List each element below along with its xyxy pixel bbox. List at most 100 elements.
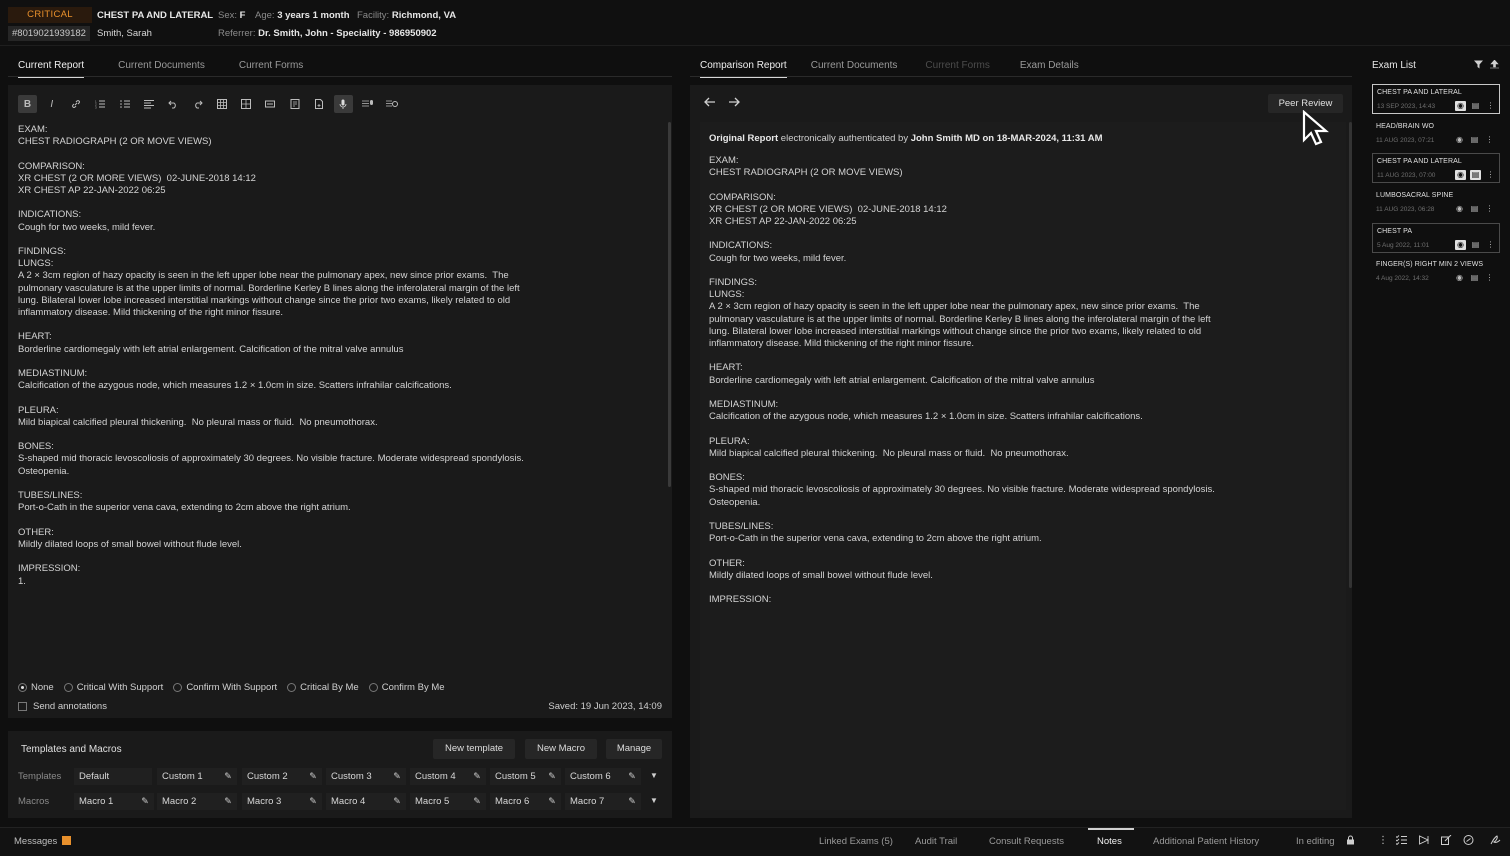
radio-none[interactable]: None [18, 682, 54, 693]
ordered-list-icon[interactable]: 123 [91, 95, 110, 113]
edit-external-icon[interactable] [1441, 834, 1452, 848]
new-macro-button[interactable]: New Macro [525, 739, 597, 759]
italic-icon[interactable]: I [42, 95, 61, 113]
comparison-scrollbar[interactable] [1349, 122, 1352, 588]
macro-6[interactable]: Macro 6 ✎ [490, 793, 561, 810]
edit-pencil-icon[interactable]: ✎ [392, 771, 402, 781]
radio-confirm-with-support[interactable]: Confirm With Support [173, 682, 277, 693]
templates-more-chevron-icon[interactable]: ▼ [650, 771, 658, 780]
dictation-icon[interactable] [358, 95, 377, 113]
macros-more-chevron-icon[interactable]: ▼ [650, 796, 658, 805]
checklist-icon[interactable] [1395, 835, 1407, 848]
exam-list-item[interactable]: CHEST PA 5 Aug 2022, 11:01 ◉ ▤ ⋮ [1372, 223, 1500, 253]
template-icon[interactable] [285, 95, 304, 113]
send-annotations-checkbox[interactable]: Send annotations [18, 701, 107, 712]
edit-pencil-icon[interactable]: ✎ [472, 796, 482, 806]
template-default[interactable]: Default [74, 768, 152, 785]
linked-exams-tab[interactable]: Linked Exams (5) [819, 836, 893, 847]
field-icon[interactable] [261, 95, 280, 113]
more-vertical-icon[interactable]: ⋮ [1378, 835, 1388, 846]
transcribe-icon[interactable] [382, 95, 401, 113]
filter-icon[interactable] [1474, 60, 1483, 71]
messages-link[interactable]: Messages [14, 836, 71, 847]
edit-pencil-icon[interactable]: ✎ [547, 771, 557, 781]
report-document-icon[interactable]: ▤ [1470, 101, 1481, 111]
current-report-scrollbar[interactable] [668, 122, 671, 487]
edit-pencil-icon[interactable]: ✎ [140, 796, 150, 806]
macro-7[interactable]: Macro 7 ✎ [565, 793, 641, 810]
edit-pencil-icon[interactable]: ✎ [308, 796, 318, 806]
audit-trail-tab[interactable]: Audit Trail [915, 836, 957, 847]
macro-1[interactable]: Macro 1 ✎ [74, 793, 154, 810]
template-custom-1[interactable]: Custom 1 ✎ [157, 768, 237, 785]
slot-label: Custom 6 [570, 771, 611, 782]
link-icon[interactable] [67, 95, 86, 113]
export-icon[interactable] [1490, 59, 1499, 71]
grid-icon[interactable] [237, 95, 256, 113]
auth-middle: electronically authenticated by [780, 133, 909, 144]
edit-pencil-icon[interactable]: ✎ [627, 796, 637, 806]
more-vertical-icon[interactable]: ⋮ [1485, 240, 1496, 250]
macro-3[interactable]: Macro 3 ✎ [242, 793, 322, 810]
align-icon[interactable] [139, 95, 158, 113]
exam-list-item[interactable]: CHEST PA AND LATERAL 13 SEP 2023, 14:43 … [1372, 84, 1500, 114]
view-eye-icon[interactable]: ◉ [1454, 135, 1465, 145]
more-vertical-icon[interactable]: ⋮ [1485, 170, 1496, 180]
edit-pencil-icon[interactable]: ✎ [472, 771, 482, 781]
microphone-icon[interactable] [333, 95, 353, 113]
exam-list-item[interactable]: HEAD/BRAIN WO 11 AUG 2023, 07:21 ◉ ▤ ⋮ [1372, 119, 1500, 149]
more-vertical-icon[interactable]: ⋮ [1484, 135, 1495, 145]
edit-pencil-icon[interactable]: ✎ [308, 771, 318, 781]
consult-requests-tab[interactable]: Consult Requests [989, 836, 1064, 847]
more-vertical-icon[interactable]: ⋮ [1484, 204, 1495, 214]
exam-list-item[interactable]: LUMBOSACRAL SPINE 11 AUG 2023, 06:28 ◉ ▤… [1372, 188, 1500, 218]
radio-critical-with-support[interactable]: Critical With Support [63, 682, 163, 693]
current-report-text[interactable]: EXAM: CHEST RADIOGRAPH (2 OR MOVE VIEWS)… [18, 124, 658, 588]
edit-pencil-icon[interactable]: ✎ [392, 796, 402, 806]
view-eye-icon[interactable]: ◉ [1455, 170, 1466, 180]
template-custom-2[interactable]: Custom 2 ✎ [242, 768, 322, 785]
radio-label: Confirm With Support [186, 682, 278, 693]
report-document-icon[interactable]: ▤ [1470, 240, 1481, 250]
macro-5[interactable]: Macro 5 ✎ [410, 793, 486, 810]
macro-2[interactable]: Macro 2 ✎ [157, 793, 237, 810]
sign-icon[interactable] [1490, 835, 1501, 848]
additional-patient-history-tab[interactable]: Additional Patient History [1153, 836, 1259, 847]
exam-list-item[interactable]: FINGER(S) RIGHT MIN 2 VIEWS 4 Aug 2022, … [1372, 257, 1500, 287]
next-arrow-icon[interactable] [727, 95, 741, 112]
redo-icon[interactable] [188, 95, 207, 113]
more-vertical-icon[interactable]: ⋮ [1485, 101, 1496, 111]
view-eye-icon[interactable]: ◉ [1455, 101, 1466, 111]
bold-icon[interactable]: B [18, 95, 37, 113]
template-custom-6[interactable]: Custom 6 ✎ [565, 768, 641, 785]
report-document-icon[interactable]: ▤ [1469, 204, 1480, 214]
template-custom-5[interactable]: Custom 5 ✎ [490, 768, 561, 785]
previous-arrow-icon[interactable] [703, 95, 717, 112]
template-custom-3[interactable]: Custom 3 ✎ [326, 768, 406, 785]
template-custom-4[interactable]: Custom 4 ✎ [410, 768, 486, 785]
edit-pencil-icon[interactable]: ✎ [627, 771, 637, 781]
bullet-list-icon[interactable] [115, 95, 134, 113]
more-vertical-icon[interactable]: ⋮ [1484, 273, 1495, 283]
exam-list-item[interactable]: CHEST PA AND LATERAL 11 AUG 2023, 07:00 … [1372, 153, 1500, 183]
report-document-icon[interactable]: ▤ [1470, 170, 1481, 180]
undo-icon[interactable] [164, 95, 183, 113]
edit-pencil-icon[interactable]: ✎ [223, 796, 233, 806]
macro-4[interactable]: Macro 4 ✎ [326, 793, 406, 810]
document-icon[interactable] [310, 95, 329, 113]
new-template-button[interactable]: New template [433, 739, 515, 759]
edit-pencil-icon[interactable]: ✎ [223, 771, 233, 781]
radio-critical-by-me[interactable]: Critical By Me [287, 682, 359, 693]
view-eye-icon[interactable]: ◉ [1454, 273, 1465, 283]
view-eye-icon[interactable]: ◉ [1455, 240, 1466, 250]
table-icon[interactable] [212, 95, 231, 113]
report-document-icon[interactable]: ▤ [1469, 273, 1480, 283]
report-document-icon[interactable]: ▤ [1469, 135, 1480, 145]
edit-pencil-icon[interactable]: ✎ [547, 796, 557, 806]
notes-tab[interactable]: Notes [1097, 836, 1122, 847]
manage-button[interactable]: Manage [606, 739, 662, 759]
send-icon[interactable] [1419, 835, 1430, 848]
radio-confirm-by-me[interactable]: Confirm By Me [368, 682, 445, 693]
view-eye-icon[interactable]: ◉ [1454, 204, 1465, 214]
share-link-icon[interactable] [1463, 835, 1474, 848]
